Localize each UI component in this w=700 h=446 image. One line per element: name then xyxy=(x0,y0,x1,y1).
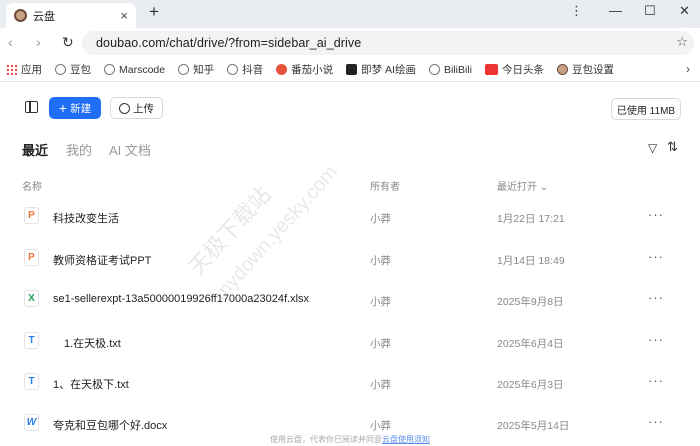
file-owner: 小莽 xyxy=(370,338,391,350)
bookmark-marscode[interactable]: Marscode xyxy=(104,64,165,76)
globe-icon xyxy=(104,64,115,75)
table-row[interactable]: P 教师资格证考试PPT 小莽 1月14日 18:49 ··· xyxy=(20,239,680,281)
upload-icon xyxy=(119,102,130,114)
new-tab-button[interactable]: + xyxy=(149,3,159,21)
bookmark-doubao[interactable]: 豆包 xyxy=(55,62,91,77)
forward-icon[interactable]: › xyxy=(36,34,41,50)
doubao-avatar-icon xyxy=(556,64,568,75)
file-opened-time: 1月22日 17:21 xyxy=(497,213,565,225)
file-name: se1-sellerexpt-13a50000019926ff17000a230… xyxy=(53,293,310,305)
file-owner: 小莽 xyxy=(370,296,391,308)
word-file-icon: W xyxy=(24,414,39,431)
file-opened-time: 1月14日 18:49 xyxy=(497,255,565,267)
storage-usage-badge[interactable]: 已使用 11MB xyxy=(611,98,681,120)
table-row[interactable]: T 1、在天极下.txt 小莽 2025年6月3日 ··· xyxy=(20,363,680,405)
reload-icon[interactable]: ↻ xyxy=(62,34,74,50)
file-name: 科技改变生活 xyxy=(53,213,119,225)
bookmark-star-icon[interactable]: ☆ xyxy=(676,34,688,50)
sidebar-toggle-icon[interactable] xyxy=(25,101,38,113)
column-header-name: 名称 xyxy=(22,182,42,193)
file-name: 夸克和豆包哪个好.docx xyxy=(53,420,168,432)
txt-file-icon: T xyxy=(24,373,39,390)
plus-icon: + xyxy=(58,100,68,116)
bookmark-toutiao[interactable]: 今日头条 xyxy=(484,62,544,77)
doubao-favicon-icon xyxy=(14,9,27,22)
bookmarks-bar: 应用 豆包 Marscode 知乎 抖音 番茄小说 即梦 AI绘画 BiliBi… xyxy=(0,58,700,82)
file-owner: 小莽 xyxy=(370,213,391,225)
close-window-icon[interactable]: ✕ xyxy=(679,2,690,20)
globe-icon xyxy=(55,64,66,75)
file-name: 教师资格证考试PPT xyxy=(53,255,152,267)
globe-icon xyxy=(227,64,239,75)
more-options-icon[interactable]: ··· xyxy=(648,414,664,429)
file-name: 1.在天极.txt xyxy=(64,338,121,350)
browser-tab-strip: 云盘 × + ⋮ — ☐ ✕ xyxy=(0,0,700,28)
file-opened-time: 2025年5月14日 xyxy=(497,420,570,432)
terms-link[interactable]: 云盘使用须知 xyxy=(382,435,430,444)
file-name: 1、在天极下.txt xyxy=(53,379,129,391)
file-owner: 小莽 xyxy=(370,255,391,267)
apps-grid-icon xyxy=(6,64,17,75)
minimize-icon[interactable]: — xyxy=(609,2,622,20)
ppt-file-icon: P xyxy=(24,249,39,266)
ppt-file-icon: P xyxy=(24,207,39,224)
table-row[interactable]: P 科技改变生活 小莽 1月22日 17:21 ··· xyxy=(20,197,680,239)
bookmarks-more-icon[interactable]: › xyxy=(686,62,690,76)
bookmark-jimeng[interactable]: 即梦 AI绘画 xyxy=(346,62,416,77)
table-row[interactable]: X se1-sellerexpt-13a50000019926ff17000a2… xyxy=(20,280,680,322)
sort-icon[interactable]: ⇅ xyxy=(667,139,678,155)
bookmark-apps[interactable]: 应用 xyxy=(6,62,42,77)
filter-icon[interactable]: ▽ xyxy=(648,141,657,155)
file-owner: 小莽 xyxy=(370,379,391,391)
file-opened-time: 2025年9月8日 xyxy=(497,296,564,308)
bookmark-zhihu[interactable]: 知乎 xyxy=(178,62,214,77)
bookmark-douyin[interactable]: 抖音 xyxy=(227,62,263,77)
browser-tab[interactable]: 云盘 × xyxy=(6,3,136,28)
url-text[interactable]: doubao.com/chat/drive/?from=sidebar_ai_d… xyxy=(96,36,361,50)
more-options-icon[interactable]: ··· xyxy=(648,249,664,264)
file-owner: 小莽 xyxy=(370,420,391,432)
more-options-icon[interactable]: ··· xyxy=(648,373,664,388)
back-icon[interactable]: ‹ xyxy=(8,34,13,50)
tab-mine[interactable]: 我的 xyxy=(66,140,92,159)
bookmark-doubao-settings[interactable]: 豆包设置 xyxy=(556,62,614,77)
upload-button[interactable]: 上传 xyxy=(110,97,163,119)
bookmark-bilibili[interactable]: BiliBili xyxy=(428,64,472,76)
footer-notice: 使用云盘，代表你已阅读并同意云盘使用须知 xyxy=(270,435,430,444)
more-options-icon[interactable]: ··· xyxy=(648,290,664,305)
file-opened-time: 2025年6月3日 xyxy=(497,379,564,391)
excel-file-icon: X xyxy=(24,290,39,307)
more-options-icon[interactable]: ··· xyxy=(648,332,664,347)
bookmark-fanqie[interactable]: 番茄小说 xyxy=(276,62,333,77)
tomato-icon xyxy=(276,64,288,75)
more-options-icon[interactable]: ··· xyxy=(648,207,664,222)
globe-icon xyxy=(178,64,190,75)
toutiao-icon xyxy=(484,64,498,75)
table-row[interactable]: T 1.在天极.txt 小莽 2025年6月4日 ··· xyxy=(20,322,680,364)
url-box[interactable]: doubao.com/chat/drive/?from=sidebar_ai_d… xyxy=(82,31,694,55)
tab-title: 云盘 xyxy=(33,10,55,23)
tab-close-icon[interactable]: × xyxy=(120,8,128,23)
browser-menu-icon[interactable]: ⋮ xyxy=(570,2,583,20)
new-button[interactable]: + 新建 xyxy=(49,97,101,119)
column-header-owner: 所有者 xyxy=(370,182,400,193)
maximize-icon[interactable]: ☐ xyxy=(644,2,656,20)
jimeng-icon xyxy=(346,64,358,75)
txt-file-icon: T xyxy=(24,332,39,349)
address-bar: ‹ › ↻ doubao.com/chat/drive/?from=sideba… xyxy=(0,28,700,58)
tab-ai-docs[interactable]: AI 文档 xyxy=(109,140,151,159)
globe-icon xyxy=(428,64,440,75)
column-header-opened[interactable]: 最近打开 ⌄ xyxy=(497,178,548,193)
tab-recent[interactable]: 最近 xyxy=(22,140,48,159)
file-opened-time: 2025年6月4日 xyxy=(497,338,564,350)
